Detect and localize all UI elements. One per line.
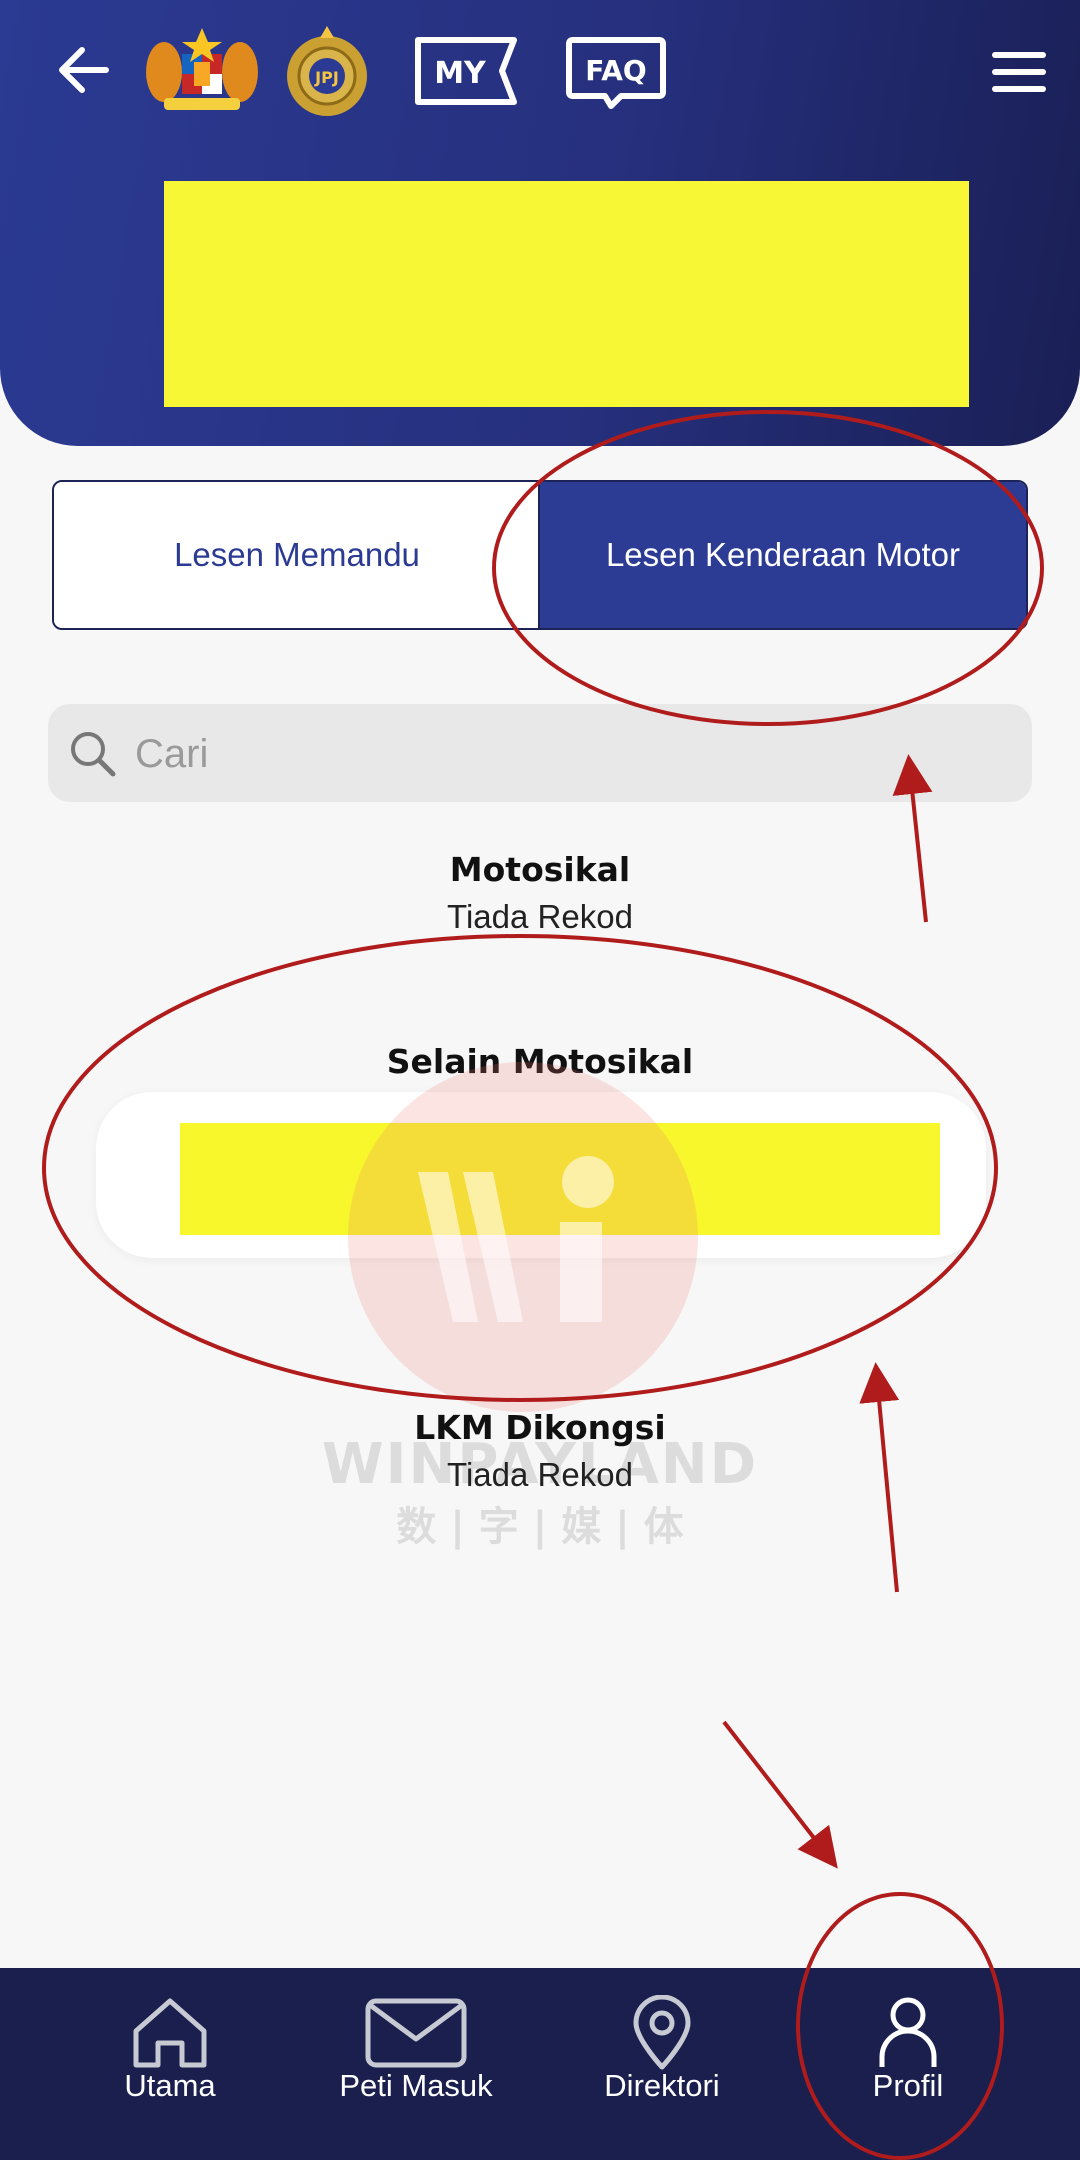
svg-text:MY: MY <box>434 56 487 91</box>
watermark-sub: 数 | 字 | 媒 | 体 <box>396 1504 684 1550</box>
nav-direktori[interactable]: Direktori <box>547 1968 777 2160</box>
arrow-left-icon[interactable] <box>54 40 114 100</box>
nav-label-utama: Utama <box>124 2068 216 2103</box>
search-input[interactable] <box>133 704 997 804</box>
malaysia-coat-of-arms-logo <box>142 26 262 118</box>
nav-label-peti-masuk: Peti Masuk <box>339 2068 493 2103</box>
mail-icon <box>365 1998 467 2068</box>
redacted-user-info <box>164 181 969 407</box>
bottom-navigation: Utama Peti Masuk Direktori Profil <box>0 1968 1080 2160</box>
search-icon <box>71 732 116 777</box>
nav-peti-masuk[interactable]: Peti Masuk <box>301 1968 531 2160</box>
section-status-motosikal: Tiada Rekod <box>447 898 633 935</box>
section-title-motosikal: Motosikal <box>449 850 631 889</box>
person-icon <box>879 1997 937 2067</box>
jpj-emblem-logo: JPJ <box>284 26 370 116</box>
svg-text:JPJ: JPJ <box>314 68 339 87</box>
location-pin-icon <box>633 1995 691 2070</box>
nav-utama[interactable]: Utama <box>55 1968 285 2160</box>
search-bar <box>48 704 1032 804</box>
annotation-arrow-3 <box>722 1720 838 1869</box>
faq-badge-icon[interactable]: FAQ <box>565 36 667 110</box>
section-status-lkm-dikongsi: Tiada Rekod <box>447 1456 633 1493</box>
license-tabs: Lesen Memandu Lesen Kenderaan Motor <box>52 480 1028 630</box>
hamburger-menu-icon[interactable] <box>990 50 1048 94</box>
my-badge-icon[interactable]: MY <box>414 36 518 106</box>
watermark-logo <box>348 1062 698 1412</box>
nav-profil[interactable]: Profil <box>793 1968 1023 2160</box>
svg-text:FAQ: FAQ <box>585 54 646 87</box>
tab-lesen-kenderaan-motor[interactable]: Lesen Kenderaan Motor <box>538 482 1026 628</box>
nav-label-direktori: Direktori <box>604 2068 720 2103</box>
home-icon <box>133 1998 207 2068</box>
nav-label-profil: Profil <box>872 2068 944 2103</box>
tab-lesen-memandu[interactable]: Lesen Memandu <box>54 482 540 628</box>
